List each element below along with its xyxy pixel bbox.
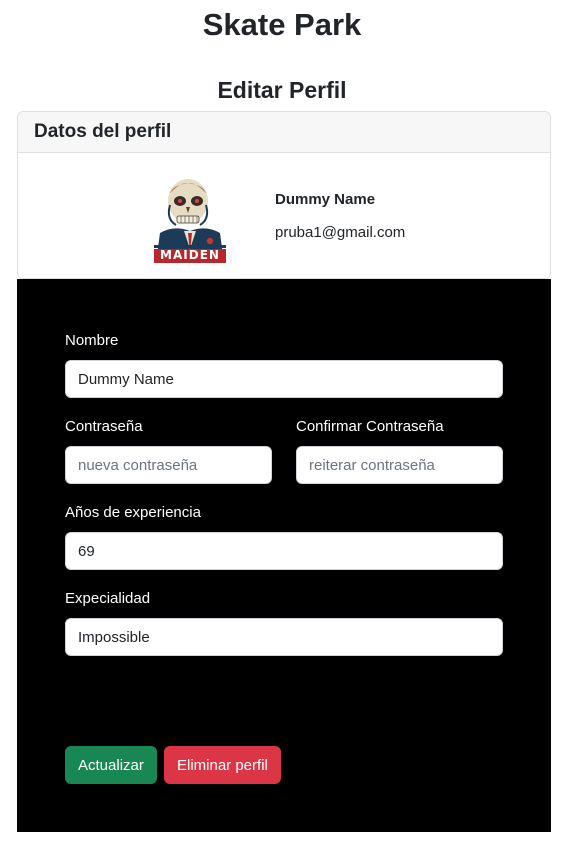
experience-label: Años de experiencia: [65, 504, 201, 521]
avatar: MAIDEN: [154, 175, 226, 263]
confirm-password-label: Confirmar Contraseña: [296, 418, 444, 435]
delete-profile-button[interactable]: Eliminar perfil: [164, 746, 281, 784]
experience-input[interactable]: [65, 532, 503, 570]
password-input[interactable]: [65, 446, 272, 484]
update-button[interactable]: Actualizar: [65, 746, 157, 784]
profile-card: Datos del perfil MAIDEN Dummy Name pruba…: [17, 111, 551, 279]
profile-card-header: Datos del perfil: [18, 112, 550, 153]
page-title: Editar Perfil: [217, 77, 347, 103]
edit-profile-form: Nombre Contraseña Confirmar Contraseña A…: [17, 279, 551, 832]
specialty-input[interactable]: [65, 618, 503, 656]
password-label: Contraseña: [65, 418, 143, 435]
avatar-caption: MAIDEN: [160, 248, 220, 262]
name-input[interactable]: [65, 360, 503, 398]
confirm-password-input[interactable]: [296, 446, 503, 484]
name-label: Nombre: [65, 332, 119, 349]
specialty-label: Expecialidad: [65, 590, 151, 607]
profile-email: pruba1@gmail.com: [275, 224, 406, 241]
profile-name: Dummy Name: [275, 191, 376, 208]
site-title: Skate Park: [202, 7, 362, 42]
